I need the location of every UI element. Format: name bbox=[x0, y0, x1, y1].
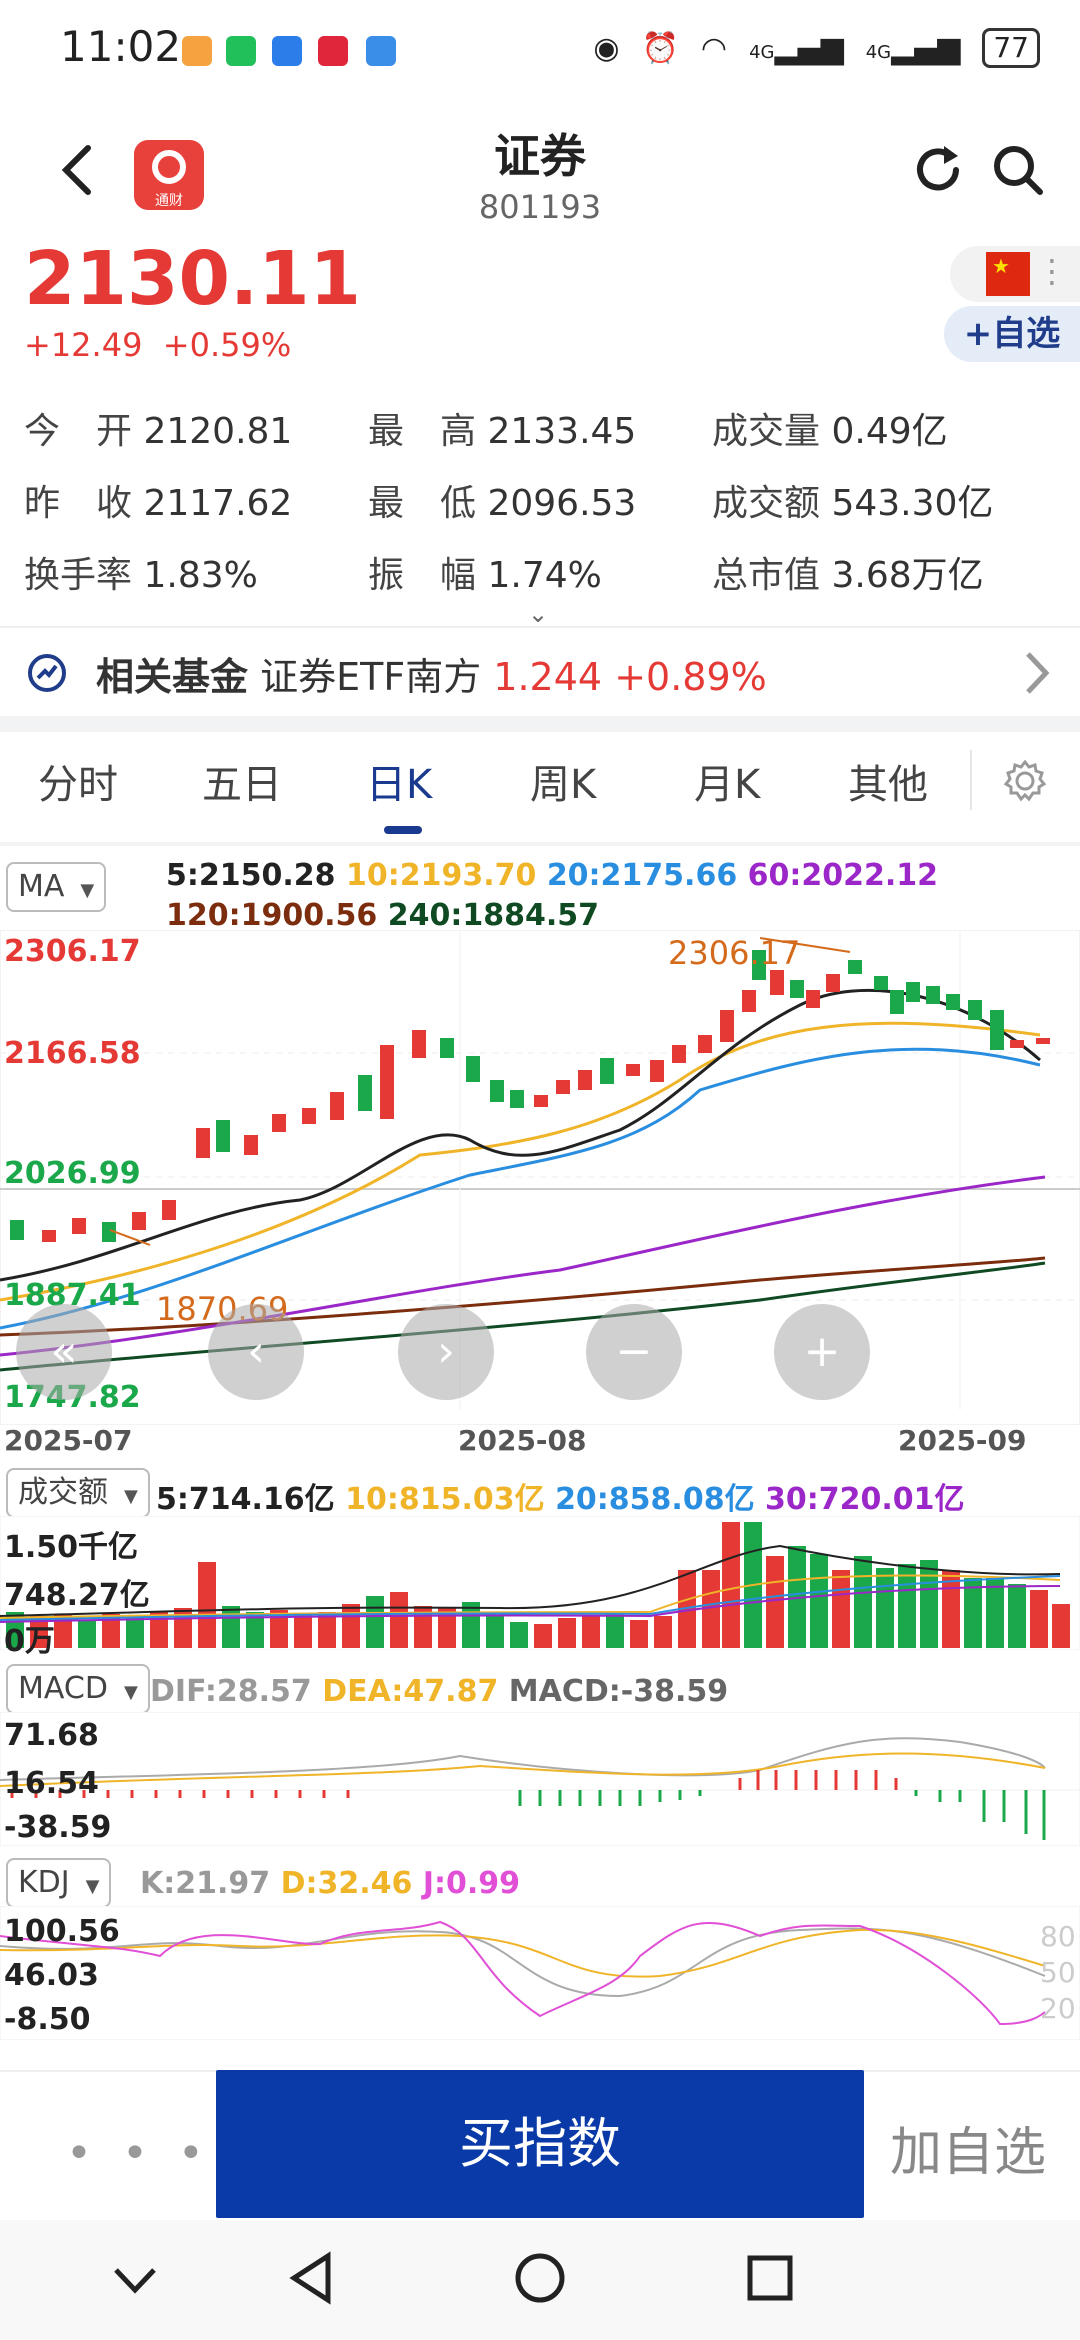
zoom-in-icon[interactable]: + bbox=[774, 1304, 870, 1400]
y-axis-label: 748.27亿 bbox=[4, 1578, 150, 1613]
volume-chart[interactable] bbox=[0, 1516, 1080, 1650]
chevron-left-icon[interactable]: ‹ bbox=[208, 1304, 304, 1400]
signal-icon: 4G▂▄▆ bbox=[749, 30, 844, 66]
candlestick-chart[interactable] bbox=[0, 930, 1080, 1425]
y-axis-label: 2306.17 bbox=[4, 934, 141, 969]
signal-icon: 4G▂▄▆ bbox=[865, 30, 961, 66]
kdj-values: K:21.97 D:32.46 J:0.99 bbox=[140, 1866, 521, 1901]
refresh-icon[interactable] bbox=[910, 142, 966, 198]
add-watchlist-bottom-button[interactable]: 加自选 bbox=[890, 2110, 1046, 2185]
wifi-icon: ◠ bbox=[700, 30, 728, 66]
active-tab-indicator bbox=[384, 826, 422, 834]
kdj-level-label: 80 bbox=[1040, 1920, 1076, 1953]
stat-high: 最 高 2133.45 bbox=[368, 411, 637, 452]
y-axis-label: -8.50 bbox=[4, 2002, 91, 2037]
tab-other[interactable]: 其他 bbox=[848, 752, 928, 810]
status-bar: 11:02 ◉ ⏰ ◠ 4G▂▄▆ 4G▂▄▆ 77 bbox=[0, 0, 1080, 100]
volume-ma-values: 5:714.16亿 10:815.03亿 20:858.08亿 30:720.0… bbox=[156, 1482, 965, 1517]
macd-selector[interactable]: MACD ▼ bbox=[6, 1664, 150, 1714]
tab-daily-k[interactable]: 日K bbox=[366, 752, 432, 810]
tab-weekly-k[interactable]: 周K bbox=[530, 752, 596, 810]
wechat-icon bbox=[226, 36, 256, 66]
eye-icon: ◉ bbox=[593, 30, 620, 66]
chevron-right-icon[interactable] bbox=[1018, 648, 1058, 698]
y-axis-label: 100.56 bbox=[4, 1914, 120, 1949]
expand-stats-icon[interactable]: ⌄ bbox=[528, 600, 548, 628]
tab-five-day[interactable]: 五日 bbox=[202, 752, 282, 810]
back-nav-icon[interactable] bbox=[284, 2250, 340, 2306]
y-axis-label: 71.68 bbox=[4, 1718, 99, 1753]
zoom-out-icon[interactable]: − bbox=[586, 1304, 682, 1400]
price-change: +12.49 +0.59% bbox=[24, 326, 291, 364]
kdj-chart[interactable] bbox=[0, 1906, 1080, 2040]
notification-app-icon bbox=[318, 36, 348, 66]
current-price: 2130.11 bbox=[24, 236, 362, 322]
status-time: 11:02 bbox=[60, 22, 182, 71]
change-value: +12.49 bbox=[24, 326, 143, 364]
stat-volume: 成交量 0.49亿 bbox=[712, 411, 948, 452]
high-annotation: 2306.17 bbox=[668, 934, 801, 972]
notification-app-icon bbox=[272, 36, 302, 66]
chevron-right-icon[interactable]: › bbox=[398, 1304, 494, 1400]
section-separator bbox=[0, 716, 1080, 732]
x-axis-date: 2025-07 bbox=[4, 1424, 133, 1457]
search-icon[interactable] bbox=[990, 142, 1046, 198]
recents-nav-icon[interactable] bbox=[742, 2250, 798, 2306]
y-axis-label: 1.50千亿 bbox=[4, 1530, 139, 1565]
status-icons: ◉ ⏰ ◠ 4G▂▄▆ 4G▂▄▆ 77 bbox=[593, 28, 1040, 68]
notification-app-icon bbox=[366, 36, 396, 66]
y-axis-label: -38.59 bbox=[4, 1810, 112, 1845]
notification-app-icon bbox=[182, 36, 212, 66]
y-axis-label: 2026.99 bbox=[4, 1156, 141, 1191]
ma-selector[interactable]: MA ▼ bbox=[6, 862, 107, 912]
x-axis-date: 2025-08 bbox=[458, 1424, 587, 1457]
divider bbox=[970, 750, 972, 810]
ma-values-row2: 120:1900.56 240:1884.57 bbox=[166, 898, 599, 933]
kdj-level-label: 50 bbox=[1040, 1956, 1076, 1989]
home-nav-icon[interactable] bbox=[512, 2250, 568, 2306]
stat-prev-close: 昨 收 2117.62 bbox=[24, 483, 293, 524]
y-axis-label: 0万 bbox=[4, 1624, 55, 1659]
stat-amplitude: 振 幅 1.74% bbox=[368, 555, 602, 596]
stat-turnover-amount: 成交额 543.30亿 bbox=[712, 483, 994, 524]
add-watchlist-button[interactable]: +自选 bbox=[944, 306, 1080, 362]
stat-low: 最 低 2096.53 bbox=[368, 483, 637, 524]
y-axis-label: 2166.58 bbox=[4, 1036, 141, 1071]
section-separator bbox=[0, 842, 1080, 846]
alarm-icon: ⏰ bbox=[641, 30, 679, 66]
more-menu-button[interactable]: • • • bbox=[66, 2128, 212, 2179]
volume-selector[interactable]: 成交额 ▼ bbox=[6, 1468, 150, 1518]
stat-market-cap: 总市值 3.68万亿 bbox=[712, 555, 984, 596]
related-fund-row[interactable]: 相关基金 证券ETF南方 1.244 +0.89% bbox=[96, 646, 767, 701]
fund-icon bbox=[28, 654, 66, 692]
china-flag-icon: ★ bbox=[986, 252, 1030, 296]
tab-monthly-k[interactable]: 月K bbox=[694, 752, 760, 810]
divider bbox=[0, 626, 1080, 628]
chevron-down-icon[interactable] bbox=[110, 2260, 160, 2300]
gear-icon[interactable] bbox=[1002, 758, 1048, 804]
y-axis-label: 46.03 bbox=[4, 1958, 99, 1993]
ma-values-row1: 5:2150.28 10:2193.70 20:2175.66 60:2022.… bbox=[166, 858, 939, 893]
stat-open: 今 开 2120.81 bbox=[24, 411, 293, 452]
buy-index-button[interactable]: 买指数 bbox=[216, 2070, 864, 2218]
kdj-selector[interactable]: KDJ ▼ bbox=[6, 1858, 112, 1908]
stat-turnover-rate: 换手率 1.83% bbox=[24, 555, 258, 596]
x-axis-date: 2025-09 bbox=[898, 1424, 1027, 1457]
macd-values: DIF:28.57 DEA:47.87 MACD:-38.59 bbox=[150, 1674, 729, 1709]
tab-intraday[interactable]: 分时 bbox=[38, 752, 118, 810]
system-navigation-bar bbox=[0, 2220, 1080, 2340]
battery-icon: 77 bbox=[982, 28, 1040, 68]
change-percent: +0.59% bbox=[162, 326, 292, 364]
macd-chart[interactable] bbox=[0, 1712, 1080, 1846]
y-axis-label: 16.54 bbox=[4, 1766, 99, 1801]
rewind-icon[interactable]: « bbox=[16, 1304, 112, 1400]
kdj-level-label: 20 bbox=[1040, 1992, 1076, 2025]
